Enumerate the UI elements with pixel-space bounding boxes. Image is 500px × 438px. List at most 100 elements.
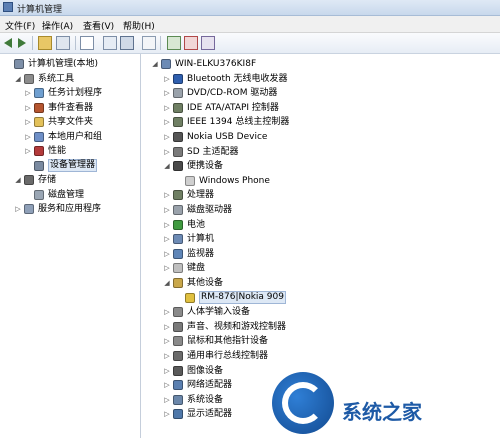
console-tree-pane[interactable]: 计算机管理(本地) ◢ 系统工具 ▷ 任务计划程序 ▷ 事件查看器 ▷ 共享文件夹 ▷ 本地用户和组… — [0, 54, 141, 438]
uninstall-icon[interactable] — [184, 36, 198, 50]
export-icon[interactable] — [142, 36, 156, 50]
expand-arrow-icon[interactable]: ▷ — [163, 364, 171, 378]
collapse-arrow-icon[interactable]: ◢ — [163, 276, 171, 290]
menu-file[interactable]: 文件(F) — [5, 19, 35, 32]
hid-icon — [173, 307, 183, 318]
console-tree-item[interactable]: ▷ 本地用户和组 — [0, 130, 140, 144]
computer-management-app-icon — [3, 2, 13, 12]
device-tree-item[interactable]: ▷ 键盘 — [141, 261, 500, 275]
console-tree-item[interactable]: ▷ 服务和应用程序 — [0, 202, 140, 216]
keyboard-icon — [173, 263, 183, 274]
console-tree-item[interactable]: ▷ 事件查看器 — [0, 101, 140, 115]
bluetooth-icon — [173, 73, 183, 84]
console-tree-item[interactable]: 计算机管理(本地) — [0, 57, 140, 71]
device-tree-item[interactable]: ▷ IEEE 1394 总线主控制器 — [141, 115, 500, 129]
device-tree-item[interactable]: ◢ WIN-ELKU376KI8F — [141, 57, 500, 71]
toolbar-separator — [160, 36, 161, 50]
sd-icon — [173, 146, 183, 157]
console-tree-item[interactable]: ◢ 存储 — [0, 173, 140, 187]
device-tree-item[interactable]: ▷ 通用串行总线控制器 — [141, 349, 500, 363]
collapse-arrow-icon[interactable]: ◢ — [14, 72, 22, 86]
tree-item-label: 共享文件夹 — [48, 117, 94, 127]
up-folder-icon[interactable] — [38, 36, 52, 50]
console-tree-item[interactable]: ▷ 性能 — [0, 144, 140, 158]
expand-arrow-icon[interactable]: ▷ — [163, 130, 171, 144]
console-tree-item[interactable]: ▷ 任务计划程序 — [0, 86, 140, 100]
expand-arrow-icon[interactable]: ▷ — [163, 218, 171, 232]
expand-arrow-icon[interactable]: ▷ — [163, 247, 171, 261]
expand-arrow-icon[interactable]: ▷ — [163, 115, 171, 129]
tree-item-label: 事件查看器 — [48, 102, 94, 113]
device-tree-item[interactable]: ◢ 其他设备 — [141, 276, 500, 290]
device-tree-item[interactable]: ▷ 声音、视频和游戏控制器 — [141, 320, 500, 334]
device-tree-item[interactable]: ▷ SD 主适配器 — [141, 145, 500, 159]
device-tree-item[interactable]: ▷ 监视器 — [141, 247, 500, 261]
refresh-icon[interactable] — [120, 36, 134, 50]
show-tree-icon[interactable] — [56, 36, 70, 50]
menu-view[interactable]: 查看(V) — [83, 19, 114, 32]
monitor-icon — [173, 248, 183, 259]
device-tree-item[interactable]: ▷ DVD/CD-ROM 驱动器 — [141, 86, 500, 100]
menu-action[interactable]: 操作(A) — [42, 19, 73, 32]
tree-item-label: 网络适配器 — [187, 380, 233, 391]
expand-arrow-icon[interactable]: ▷ — [163, 72, 171, 86]
expand-arrow-icon[interactable]: ▷ — [163, 349, 171, 363]
disable-icon[interactable] — [201, 36, 215, 50]
device-tree-item[interactable]: ▷ 计算机 — [141, 232, 500, 246]
device-tree-item[interactable]: ▷ IDE ATA/ATAPI 控制器 — [141, 101, 500, 115]
tree-item-label: 监视器 — [187, 248, 215, 259]
tree-item-label: 计算机管理(本地) — [28, 59, 99, 69]
toolbar — [0, 33, 500, 54]
expand-arrow-icon[interactable]: ▷ — [163, 305, 171, 319]
expand-arrow-icon[interactable]: ▷ — [24, 86, 32, 100]
expand-arrow-icon[interactable]: ▷ — [163, 320, 171, 334]
device-tree-item[interactable]: ◢ 便携设备 — [141, 159, 500, 173]
expand-arrow-icon[interactable]: ▷ — [24, 101, 32, 115]
device-tree-item[interactable]: Windows Phone — [141, 174, 500, 188]
tree-item-label: 系统工具 — [38, 73, 75, 84]
expand-arrow-icon[interactable]: ▷ — [14, 202, 22, 216]
device-tree-item[interactable]: ▷ 磁盘驱动器 — [141, 203, 500, 217]
back-arrow-icon[interactable] — [4, 38, 12, 48]
expand-arrow-icon[interactable]: ▷ — [163, 86, 171, 100]
watermark-ring-icon — [282, 382, 324, 424]
expand-arrow-icon[interactable]: ▷ — [24, 144, 32, 158]
console-tree-item[interactable]: ◢ 系统工具 — [0, 72, 140, 86]
menu-help[interactable]: 帮助(H) — [123, 19, 155, 32]
collapse-arrow-icon[interactable]: ◢ — [151, 57, 159, 71]
expand-arrow-icon[interactable]: ▷ — [24, 130, 32, 144]
expand-arrow-icon[interactable]: ▷ — [163, 393, 171, 407]
tree-item-label: 电池 — [187, 219, 206, 230]
tree-item-label: 服务和应用程序 — [38, 204, 102, 214]
device-tree-item[interactable]: ▷ Nokia USB Device — [141, 130, 500, 144]
expand-arrow-icon[interactable]: ▷ — [163, 203, 171, 217]
expand-arrow-icon[interactable]: ▷ — [163, 261, 171, 275]
collapse-arrow-icon[interactable]: ◢ — [163, 159, 171, 173]
device-tree-item[interactable]: RM-876|Nokia 909 — [141, 290, 500, 305]
expand-arrow-icon[interactable]: ▷ — [163, 188, 171, 202]
device-tree-item[interactable]: ▷ 处理器 — [141, 188, 500, 202]
tree-item-label: SD 主适配器 — [187, 146, 239, 157]
collapse-arrow-icon[interactable]: ◢ — [14, 173, 22, 187]
update-driver-icon[interactable] — [167, 36, 181, 50]
device-tree-item[interactable]: ▷ 电池 — [141, 218, 500, 232]
device-tree-item[interactable]: ▷ 鼠标和其他指针设备 — [141, 334, 500, 348]
expand-arrow-icon[interactable]: ▷ — [163, 378, 171, 392]
console-tree-item[interactable]: 设备管理器 — [0, 158, 140, 173]
properties-icon[interactable] — [103, 36, 117, 50]
tree-item-label: 便携设备 — [187, 161, 224, 172]
expand-arrow-icon[interactable]: ▷ — [163, 334, 171, 348]
device-tree-item[interactable]: ▷ Bluetooth 无线电收发器 — [141, 72, 500, 86]
expand-arrow-icon[interactable]: ▷ — [163, 232, 171, 246]
expand-arrow-icon[interactable]: ▷ — [163, 101, 171, 115]
help-icon[interactable] — [80, 36, 94, 50]
console-tree-item[interactable]: 磁盘管理 — [0, 188, 140, 202]
device-tree-item[interactable]: ▷ 人体学输入设备 — [141, 305, 500, 319]
tree-item-label: 键盘 — [187, 263, 206, 274]
expand-arrow-icon[interactable]: ▷ — [163, 145, 171, 159]
forward-arrow-icon[interactable] — [18, 38, 26, 48]
console-tree-item[interactable]: ▷ 共享文件夹 — [0, 115, 140, 129]
expand-arrow-icon[interactable]: ▷ — [163, 407, 171, 421]
window-title: 计算机管理 — [17, 5, 63, 15]
expand-arrow-icon[interactable]: ▷ — [24, 115, 32, 129]
